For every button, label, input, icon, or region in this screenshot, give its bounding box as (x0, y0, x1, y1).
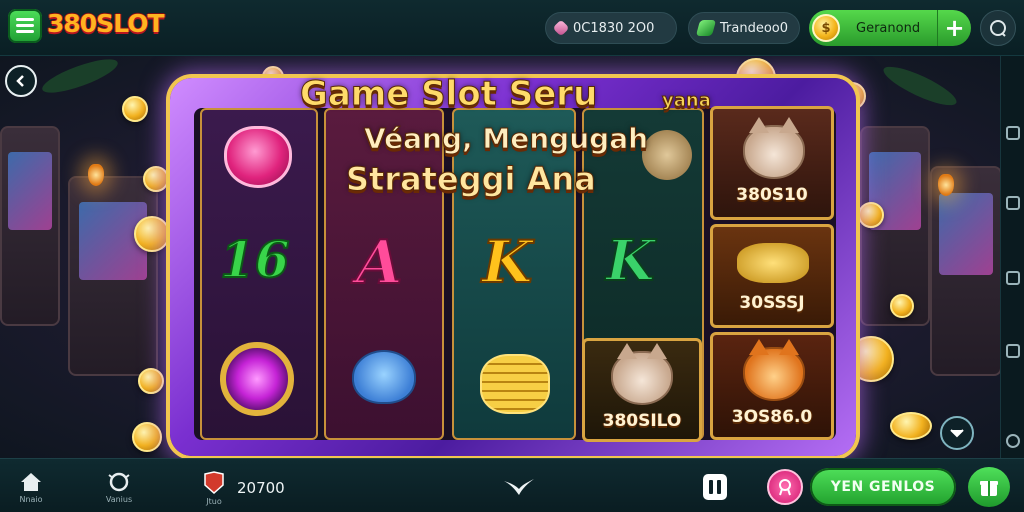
side-rail (1000, 56, 1024, 458)
vault-icon (108, 472, 130, 492)
banner-title: Game Slot Seru (299, 74, 598, 115)
rail-icon[interactable] (1006, 434, 1020, 448)
add-balance-button[interactable]: + (937, 10, 971, 46)
hanging-lamp (938, 174, 954, 196)
symbol-k: K (481, 227, 533, 297)
green-leaf-icon (695, 20, 717, 36)
cat-cell: 3OS86.0 (710, 332, 834, 440)
home-icon (21, 473, 41, 491)
purple-gem-symbol (220, 342, 294, 416)
app-logo: 380SLOT (47, 9, 165, 38)
gold-coin-icon (143, 166, 169, 192)
gold-coin-icon (890, 294, 914, 318)
chat-refresh-icon[interactable] (980, 10, 1016, 46)
rail-icon[interactable] (1006, 126, 1020, 140)
cat-symbol (743, 117, 805, 179)
blue-mouse-symbol (352, 350, 416, 404)
heart-gem-symbol (224, 126, 292, 188)
arcade-machine (930, 166, 1002, 376)
gold-coin-icon: $ (812, 14, 840, 42)
gold-coin-icon (138, 368, 164, 394)
chevron-left-icon (16, 75, 24, 87)
chevron-down-icon (950, 429, 964, 438)
cell-label: 380S10 (736, 185, 808, 205)
gold-coins-symbol (737, 243, 809, 283)
coin-stack-symbol (480, 354, 550, 414)
reel-2: A (324, 108, 444, 440)
bottom-bar: Nnaio Vanius Jtuo 20700 YEN GENLOS (0, 458, 1024, 512)
coin-cell: 30SSSJ (710, 224, 834, 328)
pause-button[interactable] (703, 474, 727, 500)
cell-label: 30SSSJ (739, 293, 805, 313)
rail-icon[interactable] (1006, 196, 1020, 210)
banner-subtitle: Véang, Mengugah (363, 122, 649, 156)
cat-cell: 380S10 (710, 106, 834, 220)
bet-value: 20700 (237, 479, 285, 497)
menu-icon[interactable] (8, 9, 42, 43)
cell-label: 380SILO (602, 411, 682, 431)
gold-coin-icon (132, 422, 162, 452)
balance-pill[interactable]: $ Geranond + (809, 10, 971, 46)
orange-cat-symbol (743, 339, 805, 401)
hanging-lamp (88, 164, 104, 186)
tokens-value: Trandeoo0 (720, 20, 789, 36)
reel-area: 16 A K K 380SILO 380S10 30SSSJ 3OS86.0 (194, 106, 836, 442)
nav-vault-label: Vanius (105, 495, 133, 504)
balance-label: Geranond (856, 20, 921, 36)
nav-vault[interactable]: Vanius (100, 459, 138, 512)
reel-1: 16 (200, 108, 318, 440)
arcade-machine (68, 176, 158, 376)
spin-button[interactable]: YEN GENLOS (810, 468, 956, 506)
symbol-k-green: K (605, 227, 656, 295)
reel-3: K (452, 108, 576, 440)
cell-label: 3OS86.0 (731, 407, 813, 427)
top-bar: 380SLOT 0C1830 2O0 Trandeoo0 $ Geranond … (0, 0, 1024, 56)
gold-coin-icon (134, 216, 170, 252)
ribbon-icon (779, 479, 791, 496)
back-button[interactable] (5, 65, 37, 97)
gift-icon (980, 481, 998, 496)
autoplay-button[interactable] (767, 469, 803, 505)
gold-coin-icon (890, 412, 932, 440)
nav-bet[interactable]: Jtuo (200, 459, 228, 512)
game-stage: 16 A K K 380SILO 380S10 30SSSJ 3OS86.0 G… (0, 56, 1024, 458)
cat-symbol (611, 343, 673, 405)
palm-leaf (38, 56, 122, 100)
symbol-a: A (355, 227, 404, 299)
gold-coin-icon (858, 202, 884, 228)
palm-leaf (879, 60, 961, 112)
cat-cell: 380SILO (582, 338, 702, 442)
bird-icon (504, 479, 534, 495)
gold-coin-icon (122, 96, 148, 122)
nav-home-label: Nnaio (19, 495, 43, 504)
nav-bet-label: Jtuo (206, 497, 222, 506)
currency-pill-gems[interactable]: 0C1830 2O0 (545, 12, 677, 44)
nav-home[interactable]: Nnaio (14, 459, 48, 512)
currency-pill-tokens[interactable]: Trandeoo0 (688, 12, 800, 44)
symbol-16: 16 (219, 229, 291, 290)
rail-icon[interactable] (1006, 271, 1020, 285)
coin-bag-symbol (642, 130, 692, 180)
banner-title-suffix: yana (662, 90, 712, 112)
shield-icon (204, 471, 224, 495)
expand-button[interactable] (940, 416, 974, 450)
pink-gem-icon (552, 19, 570, 37)
arcade-machine (0, 126, 60, 326)
rail-icon[interactable] (1006, 344, 1020, 358)
gems-value: 0C1830 2O0 (573, 20, 655, 36)
gift-button[interactable] (968, 467, 1010, 507)
banner-tagline: Strateggi Ana (346, 160, 597, 199)
reel-4: K 380SILO (582, 108, 704, 442)
